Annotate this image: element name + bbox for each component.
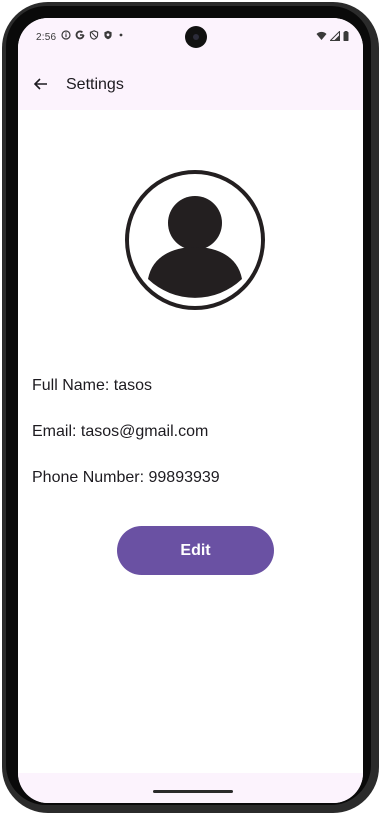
full-name-text: Full Name: tasos <box>32 377 153 394</box>
edit-button-label: Edit <box>180 541 211 559</box>
navigation-bar <box>18 773 363 803</box>
account-circle-icon <box>125 170 265 310</box>
shield-filled-icon <box>104 30 112 40</box>
arrow-left-icon <box>33 78 47 90</box>
phone-device: 2:56 Settings Full Name: tasos Email: ta… <box>0 0 383 817</box>
wifi-icon <box>316 31 327 40</box>
info-icon <box>61 30 71 40</box>
google-icon <box>75 30 85 40</box>
page-title: Settings <box>66 76 124 93</box>
front-camera <box>185 26 207 48</box>
phone-number-text: Phone Number: 99893939 <box>32 469 220 486</box>
status-time: 2:56 <box>36 32 57 43</box>
edit-button[interactable]: Edit <box>117 526 274 575</box>
top-app-bar: Settings <box>18 60 363 110</box>
home-gesture-handle[interactable] <box>153 790 233 793</box>
dot-icon <box>119 33 123 37</box>
back-button[interactable] <box>26 69 56 99</box>
shield-icon <box>89 30 99 40</box>
email-text: Email: tasos@gmail.com <box>32 423 209 440</box>
status-icons-right <box>316 31 349 41</box>
battery-icon <box>343 31 349 41</box>
signal-icon <box>330 31 340 41</box>
screen: 2:56 Settings Full Name: tasos Email: ta… <box>18 18 363 803</box>
status-bar: 2:56 <box>18 18 363 60</box>
status-icons-left <box>61 30 125 40</box>
